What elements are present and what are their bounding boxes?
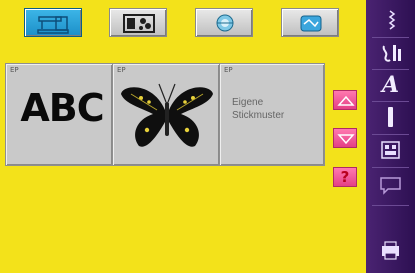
scroll-down-icon bbox=[337, 134, 355, 145]
setup-mode-button[interactable] bbox=[195, 8, 253, 37]
butterfly-design-tile[interactable]: EP bbox=[112, 63, 220, 166]
embroidery-mode-button[interactable] bbox=[109, 8, 167, 37]
main-area: EP ABC EP EP Eigene Stickmuster ? bbox=[0, 0, 366, 273]
tile-tag: EP bbox=[224, 66, 233, 74]
butterfly-icon bbox=[121, 83, 213, 147]
sidebar-divider bbox=[372, 167, 409, 168]
scroll-up-icon bbox=[337, 95, 355, 106]
help-button[interactable]: ? bbox=[333, 167, 357, 187]
personal-mode-button[interactable] bbox=[281, 8, 339, 37]
sidebar-divider bbox=[372, 134, 409, 135]
sidebar-item-thread-tension[interactable] bbox=[374, 104, 407, 130]
pattern-list-icon bbox=[388, 10, 396, 30]
embroidery-screen: EP ABC EP EP Eigene Stickmuster ? A bbox=[0, 0, 415, 273]
scroll-down-button[interactable] bbox=[333, 128, 357, 148]
sidebar-divider bbox=[372, 69, 409, 70]
personal-program-icon bbox=[300, 15, 322, 32]
tension-bar-icon bbox=[388, 107, 393, 127]
sidebar: A bbox=[366, 0, 415, 273]
own-designs-tile[interactable]: EP Eigene Stickmuster bbox=[219, 63, 325, 166]
printer-icon bbox=[382, 241, 399, 260]
tile-tag: EP bbox=[10, 66, 19, 74]
alphabet-icon: ABC bbox=[20, 86, 104, 130]
stitch-settings-icon bbox=[382, 45, 401, 62]
own-designs-line1: Eigene bbox=[232, 97, 264, 108]
memory-icon bbox=[381, 141, 400, 159]
sidebar-item-memory[interactable] bbox=[374, 137, 407, 163]
sidebar-item-alphabets[interactable]: A bbox=[374, 72, 407, 98]
sewing-mode-button[interactable] bbox=[24, 8, 82, 37]
sidebar-item-print-export[interactable] bbox=[374, 238, 407, 264]
sidebar-divider bbox=[372, 37, 409, 38]
sidebar-divider bbox=[372, 205, 409, 206]
speech-bubble-icon bbox=[380, 177, 401, 195]
sidebar-item-stitch-settings[interactable] bbox=[374, 40, 407, 66]
setup-program-icon bbox=[216, 14, 234, 32]
embroidery-module-icon bbox=[123, 14, 155, 33]
sidebar-item-pattern-list[interactable] bbox=[374, 8, 407, 34]
own-designs-label: Eigene Stickmuster bbox=[232, 96, 324, 122]
sidebar-divider bbox=[372, 101, 409, 102]
alphabet-letter-icon: A bbox=[381, 72, 400, 98]
alphabet-design-tile[interactable]: EP ABC bbox=[5, 63, 113, 166]
sewing-machine-icon bbox=[37, 16, 69, 34]
own-designs-line2: Stickmuster bbox=[232, 110, 285, 121]
sidebar-item-tutorial[interactable] bbox=[374, 172, 407, 198]
scroll-up-button[interactable] bbox=[333, 90, 357, 110]
